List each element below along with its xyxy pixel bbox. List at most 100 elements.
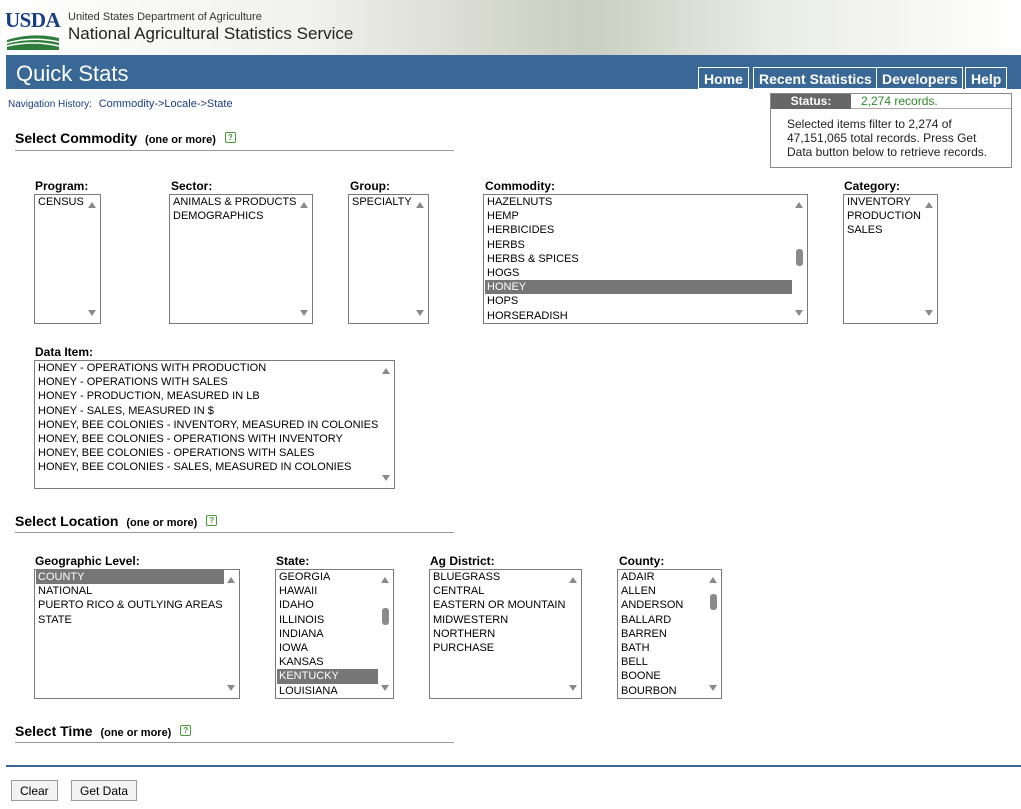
list-item[interactable]: ADAIR [619, 570, 706, 584]
list-item[interactable]: SPECIALTY [350, 195, 413, 209]
clear-button[interactable]: Clear [11, 780, 58, 801]
list-item[interactable]: HONEY, BEE COLONIES - OPERATIONS WITH SA… [36, 446, 379, 460]
scroll-up-icon[interactable] [227, 577, 235, 583]
list-item[interactable]: NORTHERN [431, 627, 566, 641]
scroll-up-icon[interactable] [709, 577, 717, 583]
list-item[interactable]: PURCHASE [431, 641, 566, 655]
commodity-listbox[interactable]: HAZELNUTS HEMP HERBICIDES HERBS HERBS & … [483, 194, 808, 324]
list-item[interactable]: BALLARD [619, 613, 706, 627]
list-item[interactable]: HAZELNUTS [485, 195, 792, 209]
list-item[interactable]: DEMOGRAPHICS [171, 209, 297, 223]
list-item[interactable]: HONEY - OPERATIONS WITH SALES [36, 375, 379, 389]
scrollbar[interactable] [297, 195, 312, 323]
scrollbar-thumb[interactable] [796, 249, 803, 266]
scroll-up-icon[interactable] [795, 202, 803, 208]
nav-recent-statistics[interactable]: Recent Statistics [753, 67, 878, 89]
scroll-down-icon[interactable] [381, 685, 389, 691]
list-item[interactable]: CENSUS [36, 195, 85, 209]
scroll-up-icon[interactable] [300, 202, 308, 208]
list-item[interactable]: IDAHO [277, 598, 378, 612]
list-item[interactable]: HAWAII [277, 584, 378, 598]
list-item[interactable]: INDIANA [277, 627, 378, 641]
help-icon[interactable]: ? [206, 515, 218, 526]
help-icon[interactable]: ? [224, 132, 236, 143]
nav-developers[interactable]: Developers [876, 67, 964, 89]
scroll-up-icon[interactable] [925, 202, 933, 208]
list-item[interactable]: HORSERADISH [485, 309, 792, 323]
list-item[interactable]: HEMP [485, 209, 792, 223]
list-item[interactable]: BLUEGRASS [431, 570, 566, 584]
list-item[interactable]: STATE [36, 613, 224, 627]
help-icon[interactable]: ? [180, 725, 192, 736]
list-item[interactable]: BELL [619, 655, 706, 669]
scrollbar[interactable] [413, 195, 428, 323]
sector-listbox[interactable]: ANIMALS & PRODUCTS DEMOGRAPHICS [169, 194, 313, 324]
scrollbar[interactable] [85, 195, 100, 323]
list-item[interactable]: GEORGIA [277, 570, 378, 584]
list-item[interactable]: HONEY, BEE COLONIES - INVENTORY, MEASURE… [36, 418, 379, 432]
scroll-up-icon[interactable] [88, 202, 96, 208]
list-item[interactable]: BOONE [619, 669, 706, 683]
list-item[interactable]: ILLINOIS [277, 613, 378, 627]
scrollbar[interactable] [379, 361, 394, 488]
scrollbar[interactable] [224, 570, 239, 698]
list-item-selected[interactable]: HONEY [485, 280, 792, 295]
list-item[interactable]: KANSAS [277, 655, 378, 669]
nav-help[interactable]: Help [965, 67, 1008, 89]
list-item[interactable]: HOPS [485, 294, 792, 308]
list-item[interactable]: ALLEN [619, 584, 706, 598]
list-item[interactable]: ANIMALS & PRODUCTS [171, 195, 297, 209]
scroll-down-icon[interactable] [300, 310, 308, 316]
list-item[interactable]: HERBS & SPICES [485, 252, 792, 266]
list-item[interactable]: BARREN [619, 627, 706, 641]
scrollbar[interactable] [922, 195, 937, 323]
list-item[interactable]: BATH [619, 641, 706, 655]
list-item[interactable]: HONEY - PRODUCTION, MEASURED IN LB [36, 389, 379, 403]
list-item[interactable]: BOURBON [619, 684, 706, 698]
list-item[interactable]: LOUISIANA [277, 684, 378, 698]
list-item[interactable]: IOWA [277, 641, 378, 655]
scroll-down-icon[interactable] [416, 310, 424, 316]
county-listbox[interactable]: ADAIR ALLEN ANDERSON BALLARD BARREN BATH… [617, 569, 722, 699]
program-listbox[interactable]: CENSUS [34, 194, 101, 324]
scroll-up-icon[interactable] [381, 577, 389, 583]
scroll-down-icon[interactable] [925, 310, 933, 316]
scrollbar-thumb[interactable] [710, 594, 717, 610]
list-item[interactable]: HONEY, BEE COLONIES - SALES, MEASURED IN… [36, 460, 379, 474]
ag-district-listbox[interactable]: BLUEGRASS CENTRAL EASTERN OR MOUNTAIN MI… [429, 569, 582, 699]
state-listbox[interactable]: GEORGIA HAWAII IDAHO ILLINOIS INDIANA IO… [275, 569, 394, 699]
scroll-down-icon[interactable] [795, 310, 803, 316]
scroll-up-icon[interactable] [382, 368, 390, 374]
scroll-down-icon[interactable] [709, 685, 717, 691]
list-item[interactable]: HERBS [485, 238, 792, 252]
list-item[interactable]: HONEY, BEE COLONIES - OPERATIONS WITH IN… [36, 432, 379, 446]
scroll-up-icon[interactable] [569, 577, 577, 583]
get-data-button[interactable]: Get Data [71, 780, 138, 801]
scrollbar[interactable] [706, 570, 721, 698]
scroll-down-icon[interactable] [88, 310, 96, 316]
list-item[interactable]: PRODUCTION [845, 209, 922, 223]
list-item[interactable]: EASTERN OR MOUNTAIN [431, 598, 566, 612]
list-item[interactable]: PUERTO RICO & OUTLYING AREAS [36, 598, 224, 612]
scroll-down-icon[interactable] [227, 685, 235, 691]
list-item-selected[interactable]: COUNTY [36, 570, 224, 585]
list-item[interactable]: INVENTORY [845, 195, 922, 209]
usda-logo[interactable]: USDA [5, 8, 61, 50]
scrollbar-thumb[interactable] [382, 608, 389, 625]
list-item-selected[interactable]: KENTUCKY [277, 669, 378, 684]
list-item[interactable]: MIDWESTERN [431, 613, 566, 627]
list-item[interactable]: HONEY - SALES, MEASURED IN $ [36, 404, 379, 418]
geographic-level-listbox[interactable]: COUNTY NATIONAL PUERTO RICO & OUTLYING A… [34, 569, 240, 699]
scrollbar[interactable] [378, 570, 393, 698]
list-item[interactable]: SALES [845, 223, 922, 237]
data-item-listbox[interactable]: HONEY - OPERATIONS WITH PRODUCTION HONEY… [34, 360, 395, 489]
scrollbar[interactable] [566, 570, 581, 698]
list-item[interactable]: HERBICIDES [485, 223, 792, 237]
list-item[interactable]: ANDERSON [619, 598, 706, 612]
nav-home[interactable]: Home [698, 67, 749, 89]
scroll-up-icon[interactable] [416, 202, 424, 208]
category-listbox[interactable]: INVENTORY PRODUCTION SALES [843, 194, 938, 324]
list-item[interactable]: NATIONAL [36, 584, 224, 598]
group-listbox[interactable]: SPECIALTY [348, 194, 429, 324]
breadcrumb[interactable]: Commodity->Locale->State [99, 98, 233, 110]
